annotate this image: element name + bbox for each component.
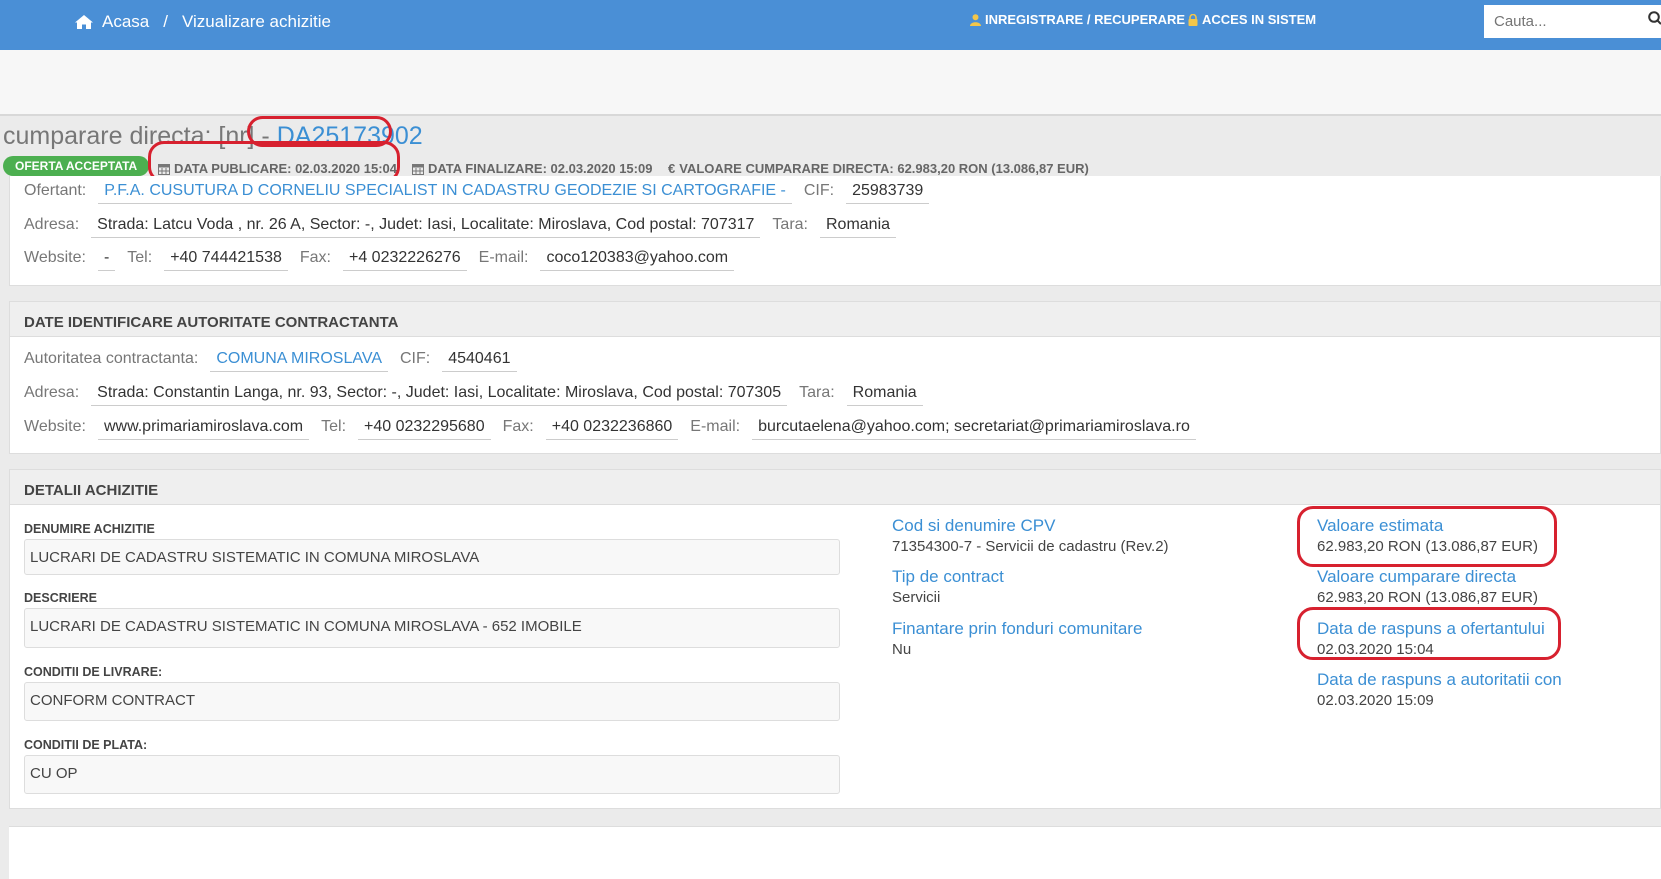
secondary-bar: [0, 50, 1661, 116]
supplier-row-address: Adresa: Strada: Latcu Voda , nr. 26 A, S…: [24, 216, 908, 238]
authority-tel: +40 0232295680: [358, 418, 491, 440]
finalize-date: DATA FINALIZARE: 02.03.2020 15:09: [412, 161, 652, 176]
supplier-country-label: Tara:: [772, 216, 808, 234]
authority-fax-label: Fax:: [503, 418, 534, 436]
authority-cif: 4540461: [442, 350, 516, 372]
lock-icon: [1188, 14, 1198, 26]
ofertant-label: Ofertant:: [24, 182, 86, 200]
authority-cif-label: CIF:: [400, 350, 430, 368]
direct-value-label: Valoare cumparare directa: [1317, 567, 1516, 587]
authority-address-label: Adresa:: [24, 384, 79, 402]
authority-panel-heading: DATE IDENTIFICARE AUTORITATE CONTRACTANT…: [10, 302, 1660, 337]
authority-panel: DATE IDENTIFICARE AUTORITATE CONTRACTANT…: [9, 301, 1661, 454]
acquisition-name-field: LUCRARI DE CADASTRU SISTEMATIC IN COMUNA…: [24, 539, 840, 575]
register-link[interactable]: INREGISTRARE / RECUPERARE: [970, 12, 1185, 27]
breadcrumb-home-link[interactable]: Acasa: [102, 12, 149, 32]
supplier-tel-label: Tel:: [127, 249, 152, 267]
contract-type-value: Servicii: [892, 589, 940, 606]
payment-conditions-label: CONDITII DE PLATA:: [24, 738, 147, 752]
supplier-address: Strada: Latcu Voda , nr. 26 A, Sector: -…: [91, 216, 760, 238]
authority-row-name: Autoritatea contractanta: COMUNA MIROSLA…: [24, 350, 529, 372]
breadcrumb-separator: /: [163, 12, 168, 32]
authority-address: Strada: Constantin Langa, nr. 93, Sector…: [91, 384, 787, 406]
authority-country-label: Tara:: [799, 384, 835, 402]
supplier-cif: 25983739: [846, 182, 929, 204]
login-link[interactable]: ACCES IN SISTEM: [1188, 12, 1316, 27]
supplier-address-label: Adresa:: [24, 216, 79, 234]
next-panel-edge: [9, 826, 1661, 879]
register-label: INREGISTRARE / RECUPERARE: [985, 12, 1185, 27]
home-icon[interactable]: [74, 14, 94, 30]
cpv-value: 71354300-7 - Servicii de cadastru (Rev.2…: [892, 538, 1169, 555]
authority-name-link[interactable]: COMUNA MIROSLAVA: [210, 350, 388, 372]
finalize-date-text: DATA FINALIZARE: 02.03.2020 15:09: [428, 161, 652, 176]
supplier-panel: Ofertant: P.F.A. CUSUTURA D CORNELIU SPE…: [9, 176, 1661, 286]
highlight-supplier-reply: [1297, 607, 1561, 660]
highlight-estimated-value: [1297, 506, 1557, 567]
breadcrumb: Acasa / Vizualizare achizitie: [74, 12, 331, 32]
authority-reply-label: Data de raspuns a autoritatii con: [1317, 670, 1661, 690]
description-label: DESCRIERE: [24, 591, 97, 605]
eu-funds-value: Nu: [892, 641, 911, 658]
authority-website-label: Website:: [24, 418, 86, 436]
description-field: LUCRARI DE CADASTRU SISTEMATIC IN COMUNA…: [24, 608, 840, 648]
authority-row-address: Adresa: Strada: Constantin Langa, nr. 93…: [24, 384, 935, 406]
delivery-conditions-field: CONFORM CONTRACT: [24, 682, 840, 721]
details-panel-heading: DETALII ACHIZITIE: [10, 470, 1660, 505]
top-navbar: Acasa / Vizualizare achizitie INREGISTRA…: [0, 0, 1661, 50]
eu-funds-label: Finantare prin fonduri comunitare: [892, 619, 1142, 639]
supplier-fax: +4 0232226276: [343, 249, 467, 271]
authority-country: Romania: [847, 384, 923, 406]
calendar-icon: [412, 163, 424, 175]
delivery-conditions-label: CONDITII DE LIVRARE:: [24, 665, 162, 679]
authority-website: www.primariamiroslava.com: [98, 418, 309, 440]
supplier-website-label: Website:: [24, 249, 86, 267]
supplier-country: Romania: [820, 216, 896, 238]
supplier-row-contact: Website: - Tel: +40 744421538 Fax: +4 02…: [24, 249, 746, 271]
supplier-email: coco120383@yahoo.com: [540, 249, 734, 271]
supplier-cif-label: CIF:: [804, 182, 834, 200]
search-input[interactable]: [1484, 5, 1661, 38]
direct-value: 62.983,20 RON (13.086,87 EUR): [1317, 589, 1538, 606]
supplier-row-name: Ofertant: P.F.A. CUSUTURA D CORNELIU SPE…: [24, 182, 941, 204]
authority-fax: +40 0232236860: [546, 418, 679, 440]
breadcrumb-current: Vizualizare achizitie: [182, 12, 331, 32]
search-icon[interactable]: [1648, 11, 1661, 27]
direct-purchase-value-text: VALOARE CUMPARARE DIRECTA: 62.983,20 RON…: [679, 161, 1089, 176]
login-label: ACCES IN SISTEM: [1202, 12, 1316, 27]
status-badge: OFERTA ACCEPTATA: [3, 156, 149, 176]
direct-purchase-value: € VALOARE CUMPARARE DIRECTA: 62.983,20 R…: [668, 161, 1089, 176]
user-icon: [970, 14, 981, 26]
supplier-tel: +40 744421538: [164, 249, 288, 271]
ofertant-link[interactable]: P.F.A. CUSUTURA D CORNELIU SPECIALIST IN…: [98, 182, 792, 204]
authority-tel-label: Tel:: [321, 418, 346, 436]
authority-email: burcutaelena@yahoo.com; secretariat@prim…: [752, 418, 1196, 440]
authority-email-label: E-mail:: [690, 418, 740, 436]
euro-icon: €: [668, 161, 675, 176]
authority-row-contact: Website: www.primariamiroslava.com Tel: …: [24, 418, 1208, 440]
supplier-fax-label: Fax:: [300, 249, 331, 267]
cpv-label: Cod si denumire CPV: [892, 516, 1055, 536]
supplier-website: -: [98, 249, 115, 271]
authority-reply-date: 02.03.2020 15:09: [1317, 692, 1434, 709]
authority-name-label: Autoritatea contractanta:: [24, 350, 198, 368]
acquisition-name-label: DENUMIRE ACHIZITIE: [24, 522, 155, 536]
payment-conditions-field: CU OP: [24, 755, 840, 794]
contract-type-label: Tip de contract: [892, 567, 1004, 587]
supplier-email-label: E-mail:: [479, 249, 529, 267]
